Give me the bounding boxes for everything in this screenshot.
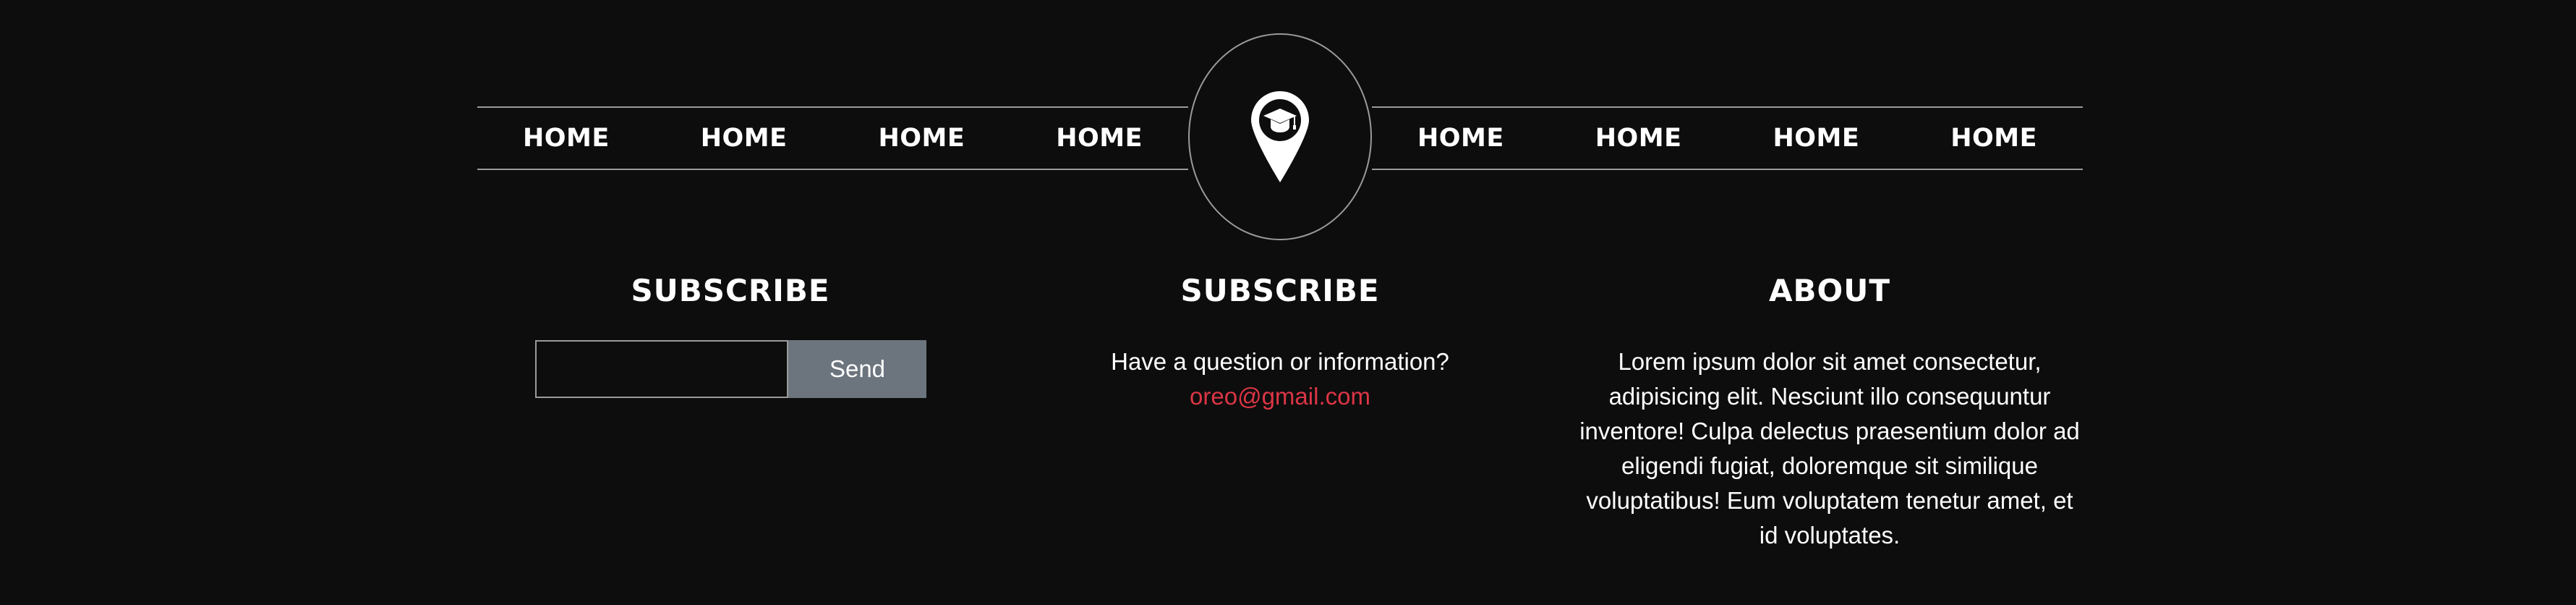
subscribe-email-input[interactable] xyxy=(535,340,788,398)
nav-right-group: HOME HOME HOME HOME xyxy=(1372,106,2083,170)
graduation-cap-map-pin-icon xyxy=(1251,91,1309,182)
about-text: Lorem ipsum dolor sit amet consectetur, … xyxy=(1579,348,2080,549)
nav-item-home[interactable]: HOME xyxy=(701,124,788,153)
main-navigation: HOME HOME HOME HOME HOME HOME HOME HOME xyxy=(477,33,2083,240)
nav-item-home[interactable]: HOME xyxy=(1595,124,1682,153)
subscribe-title: SUBSCRIBE xyxy=(631,273,830,308)
nav-item-home[interactable]: HOME xyxy=(1773,124,1859,153)
nav-left-group: HOME HOME HOME HOME xyxy=(477,106,1188,170)
about-section: ABOUT Lorem ipsum dolor sit amet consect… xyxy=(1577,269,2083,553)
contact-question: Have a question or information? xyxy=(1111,348,1449,375)
contact-info: Have a question or information? oreo@gma… xyxy=(1085,344,1475,414)
contact-email-link[interactable]: oreo@gmail.com xyxy=(1085,379,1475,414)
logo[interactable] xyxy=(1188,33,1372,240)
nav-item-home[interactable]: HOME xyxy=(523,124,610,153)
subscribe-section: SUBSCRIBE Send xyxy=(535,269,926,398)
nav-item-home[interactable]: HOME xyxy=(1056,124,1143,153)
subscribe-form: Send xyxy=(535,340,926,398)
about-title: ABOUT xyxy=(1769,273,1890,308)
nav-item-home[interactable]: HOME xyxy=(878,124,965,153)
send-button[interactable]: Send xyxy=(788,340,926,398)
nav-item-home[interactable]: HOME xyxy=(1417,124,1504,153)
contact-title: SUBSCRIBE xyxy=(1180,273,1380,308)
contact-section: SUBSCRIBE Have a question or information… xyxy=(1085,269,1475,414)
nav-item-home[interactable]: HOME xyxy=(1950,124,2037,153)
